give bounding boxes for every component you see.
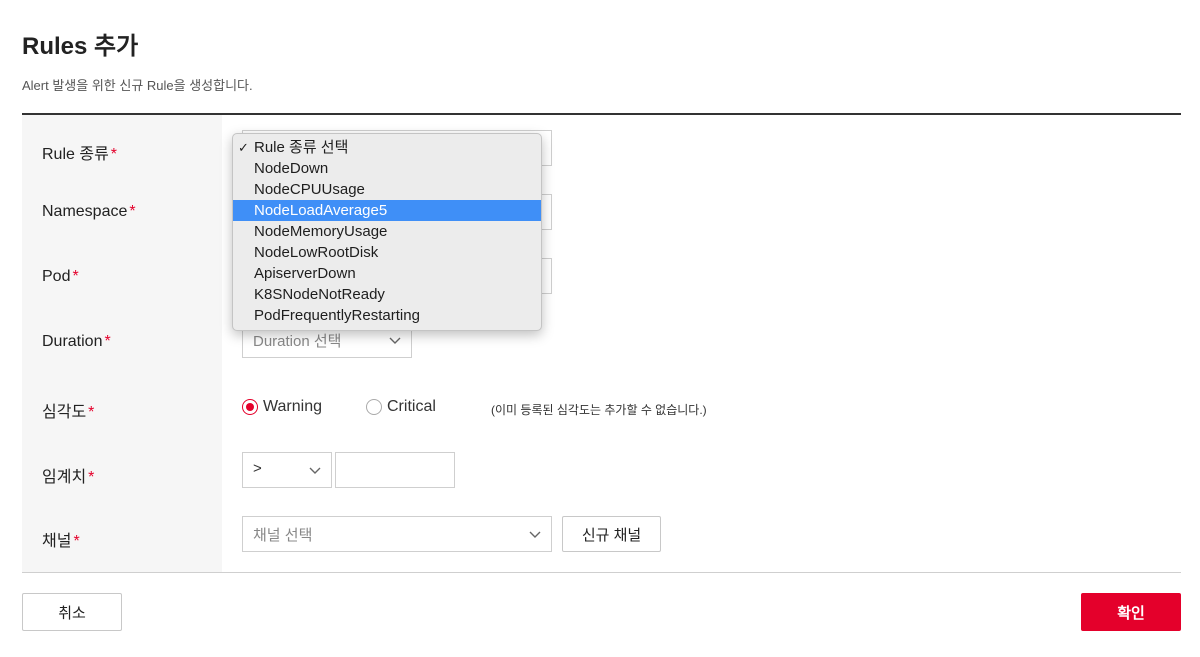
severity-note: (이미 등록된 심각도는 추가할 수 없습니다.) <box>491 403 707 417</box>
required-mark: * <box>110 146 118 163</box>
threshold-operator-value: > <box>253 460 262 477</box>
duration-select-value: Duration 선택 <box>253 332 342 350</box>
dropdown-option-highlighted[interactable]: NodeLoadAverage5 <box>233 200 541 221</box>
severity-radio-warning[interactable]: Warning <box>242 398 322 416</box>
namespace-label: Namespace * <box>42 203 136 220</box>
rule-type-label: Rule 종류 * <box>42 146 118 163</box>
dropdown-option[interactable]: ApiserverDown <box>233 263 541 284</box>
severity-warning-label: Warning <box>263 398 322 415</box>
dropdown-option[interactable]: NodeDown <box>233 158 541 179</box>
chevron-down-icon <box>389 337 401 344</box>
dropdown-option[interactable]: PodFrequentlyRestarting <box>233 305 541 326</box>
page-title: Rules 추가 <box>22 33 139 60</box>
checkmark-icon: ✓ <box>238 140 249 155</box>
dropdown-option[interactable]: K8SNodeNotReady <box>233 284 541 305</box>
threshold-value-input[interactable] <box>335 452 455 488</box>
severity-critical-label: Critical <box>387 398 436 415</box>
bottom-divider <box>22 572 1181 573</box>
channel-label: 채널 * <box>42 533 80 550</box>
confirm-button[interactable]: 확인 <box>1081 593 1181 631</box>
radio-checked-icon <box>242 399 258 415</box>
radio-unchecked-icon <box>366 399 382 415</box>
pod-label: Pod * <box>42 268 79 285</box>
dropdown-option[interactable]: NodeCPUUsage <box>233 179 541 200</box>
rule-type-dropdown-list: ✓ Rule 종류 선택 NodeDown NodeCPUUsage NodeLo… <box>232 133 542 331</box>
dropdown-option[interactable]: ✓ Rule 종류 선택 <box>233 137 541 158</box>
cancel-button[interactable]: 취소 <box>22 593 122 631</box>
dropdown-option[interactable]: NodeLowRootDisk <box>233 242 541 263</box>
chevron-down-icon <box>309 467 321 474</box>
new-channel-button[interactable]: 신규 채널 <box>562 516 661 552</box>
channel-select-value: 채널 선택 <box>253 526 313 544</box>
dropdown-option[interactable]: NodeMemoryUsage <box>233 221 541 242</box>
chevron-down-icon <box>529 531 541 538</box>
threshold-label: 임계치 * <box>42 469 95 486</box>
severity-label: 심각도 * <box>42 404 95 421</box>
duration-label: Duration * <box>42 333 111 350</box>
threshold-operator-select[interactable]: > <box>242 452 332 488</box>
channel-select[interactable]: 채널 선택 <box>242 516 552 552</box>
page-description: Alert 발생을 위한 신규 Rule을 생성합니다. <box>22 78 253 93</box>
severity-radio-critical[interactable]: Critical <box>366 398 436 416</box>
